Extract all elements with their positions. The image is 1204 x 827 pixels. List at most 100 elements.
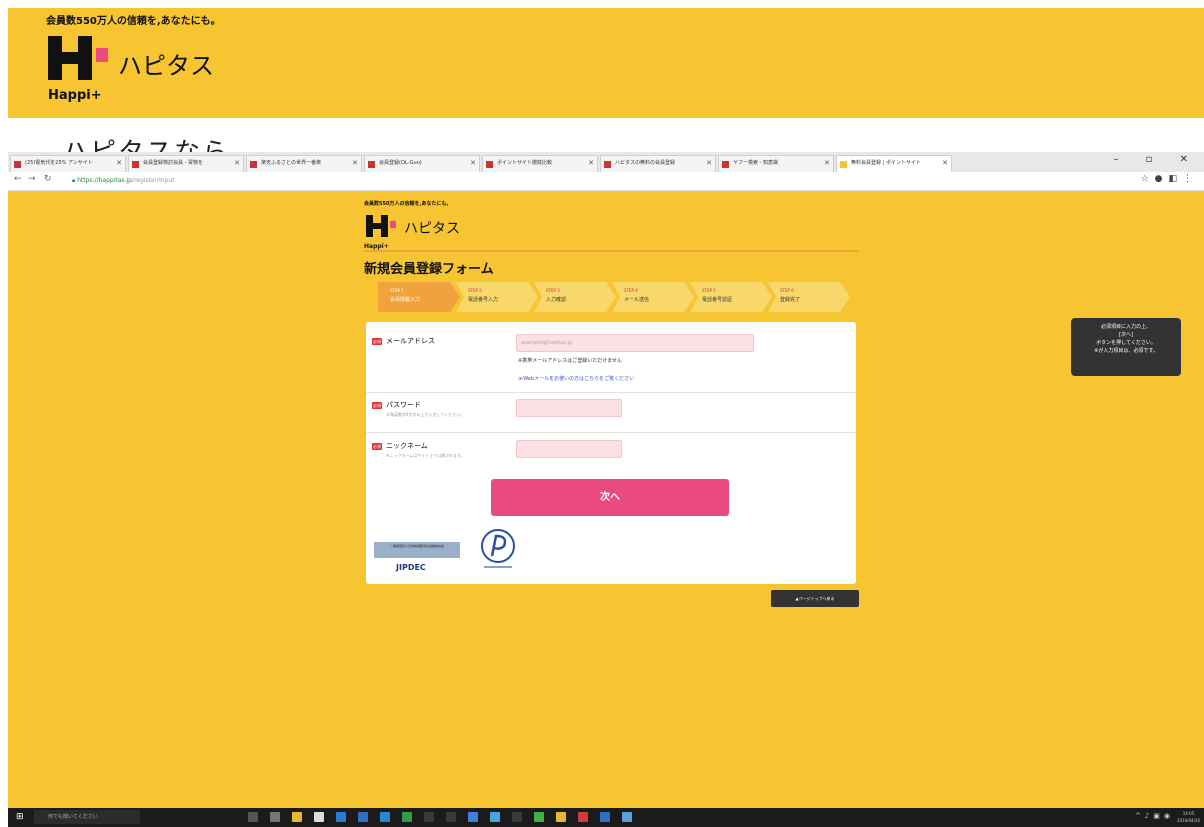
tooltip-line: 必須項目に入力の上、	[1100, 324, 1151, 330]
nickname-field[interactable]	[516, 440, 622, 458]
search-placeholder: 何でも聞いてください	[48, 814, 98, 820]
row-divider	[366, 392, 856, 393]
tab-close-icon[interactable]: ✕	[824, 156, 830, 171]
page-logo-kana: ハピタス	[404, 221, 460, 237]
step-1: STEP 1 会員情報入力	[378, 282, 460, 312]
tab-close-icon[interactable]: ✕	[706, 156, 712, 171]
favicon-icon	[250, 161, 257, 168]
step-label: メール送信	[624, 297, 650, 303]
chrome-icon[interactable]	[534, 812, 544, 822]
app-icon[interactable]	[424, 812, 434, 822]
banner-tagline: 会員数550万人の信頼を,あなたにも。	[46, 16, 221, 27]
forward-arrow-icon[interactable]: →	[28, 174, 36, 184]
nickname-note: ※ニックネームはサイト上で公開されます。	[386, 453, 465, 458]
windows-start-icon[interactable]: ⊞	[16, 812, 26, 822]
app-icon[interactable]	[622, 812, 632, 822]
store-icon[interactable]	[314, 812, 324, 822]
url-field[interactable]: 🔒︎ https://happitas.jp/register/input	[72, 175, 1132, 187]
registration-form: 必須 メールアドレス ※携帯メールアドレスはご登録いただけません ≫Webメール…	[366, 322, 856, 584]
favicon-icon	[722, 161, 729, 168]
task-view-icon[interactable]	[248, 812, 258, 822]
tab-close-icon[interactable]: ✕	[942, 156, 948, 171]
word-icon[interactable]	[358, 812, 368, 822]
header-divider	[364, 250, 858, 252]
browser-window: (25)電気代を25% アンサイト ✕ 会員登録検討会員 - 買物を ✕ 楽天ふるさ…	[8, 152, 1204, 808]
taskbar-clock[interactable]: 14:05 2016/04/20	[1177, 810, 1200, 824]
cortana-icon[interactable]	[270, 812, 280, 822]
jipdec-text: JIPDEC	[396, 563, 426, 572]
file-explorer-icon[interactable]	[292, 812, 302, 822]
step-6: STEP 6 登録完了	[768, 282, 850, 312]
tab-close-icon[interactable]: ✕	[116, 156, 122, 171]
nickname-label: ニックネーム	[386, 442, 428, 450]
app-icon[interactable]	[512, 812, 522, 822]
happitas-logo-mark	[48, 36, 108, 80]
system-tray-icons[interactable]: ^♪▣◉	[1135, 812, 1174, 820]
app-icon[interactable]	[380, 812, 390, 822]
tab-label: 楽天ふるさとの世界一番楽	[261, 160, 321, 166]
tab-label: 無料会員登録 | ポイントサイト	[851, 160, 921, 166]
tooltip-line: ボタンを押してください。	[1096, 340, 1156, 346]
favicon-icon	[604, 161, 611, 168]
browser-tab[interactable]: (25)電気代を25% アンサイト ✕	[10, 155, 126, 172]
app-icon[interactable]	[578, 812, 588, 822]
browser-tab[interactable]: 楽天ふるさとの世界一番楽 ✕	[246, 155, 362, 172]
webmail-link[interactable]: ≫Webメールをお使いの方はこちらをご覧ください	[518, 375, 634, 382]
taskbar: ⊞ 何でも聞いてください ^♪▣◉ 14:05 2016/04/20	[8, 808, 1204, 827]
browser-tab[interactable]: 会員登録(OL-Guu) ✕	[364, 155, 480, 172]
email-field[interactable]	[516, 334, 754, 352]
step-2: STEP 2 電話番号入力	[456, 282, 538, 312]
email-label: メールアドレス	[386, 337, 435, 345]
step-4: STEP 4 メール送信	[612, 282, 694, 312]
next-button[interactable]: 次へ	[491, 479, 729, 516]
browser-tab[interactable]: ハピタスの無料の会員登録 ✕	[600, 155, 716, 172]
page-logo-en: Happi+	[364, 243, 389, 250]
privacy-mark-icon	[481, 529, 515, 568]
favicon-icon	[132, 161, 139, 168]
app-icon[interactable]	[468, 812, 478, 822]
registration-steps: STEP 1 会員情報入力 STEP 2 電話番号入力 STEP 3 入力確認 STE…	[378, 282, 858, 312]
clock-time: 14:05	[1182, 811, 1195, 816]
edge-icon[interactable]	[336, 812, 346, 822]
browser-tab[interactable]: 会員登録検討会員 - 買物を ✕	[128, 155, 244, 172]
app-icon[interactable]	[490, 812, 500, 822]
tab-label: 会員登録検討会員 - 買物を	[143, 160, 203, 166]
app-icon[interactable]	[446, 812, 456, 822]
app-icon[interactable]	[556, 812, 566, 822]
url-path: /register/input	[131, 177, 175, 184]
browser-tab-active[interactable]: 無料会員登録 | ポイントサイト ✕	[836, 155, 952, 172]
browser-tab[interactable]: ポイントサイト徹底比較 ✕	[482, 155, 598, 172]
page-tagline: 会員数550万人の信頼を,あなたにも。	[364, 201, 452, 207]
tab-label: ヤフー検索 - 知恵袋	[733, 160, 778, 166]
tooltip-line: [次へ]	[1119, 332, 1133, 338]
happitas-logo-mark[interactable]	[366, 214, 396, 238]
email-note: ※携帯メールアドレスはご登録いただけません	[518, 358, 623, 364]
step-number: STEP 5	[702, 288, 716, 293]
excel-icon[interactable]	[402, 812, 412, 822]
tab-label: ハピタスの無料の会員登録	[615, 160, 676, 166]
step-number: STEP 2	[468, 288, 482, 293]
address-bar: ← → ↻ 🔒︎ https://happitas.jp/register/in…	[8, 172, 1204, 191]
tab-label: ポイントサイト徹底比較	[497, 160, 553, 166]
step-label: 登録完了	[780, 297, 801, 303]
tab-close-icon[interactable]: ✕	[588, 156, 594, 171]
step-3: STEP 3 入力確認	[534, 282, 616, 312]
back-arrow-icon[interactable]: ←	[14, 174, 22, 184]
browser-tab[interactable]: ヤフー検索 - 知恵袋 ✕	[718, 155, 834, 172]
app-icon[interactable]	[600, 812, 610, 822]
banner-logo-en: Happi+	[48, 88, 102, 103]
tab-label: 会員登録(OL-Guu)	[379, 160, 422, 166]
reload-icon[interactable]: ↻	[44, 174, 52, 184]
page-title: 新規会員登録フォーム	[364, 262, 494, 277]
password-note: 半角英数字6文字以上で入力してください。	[386, 412, 465, 417]
window-controls[interactable]: – ▫ ✕	[1113, 154, 1200, 165]
tab-close-icon[interactable]: ✕	[352, 156, 358, 171]
extension-icons[interactable]: ☆●◧⋮	[1141, 174, 1198, 184]
required-badge: 必須	[372, 402, 382, 409]
taskbar-search[interactable]: 何でも聞いてください	[34, 810, 140, 824]
tab-close-icon[interactable]: ✕	[470, 156, 476, 171]
form-tooltip: 必須項目に入力の上、 [次へ] ボタンを押してください。 ※が入力項目は、必須で…	[1071, 318, 1181, 376]
password-field[interactable]	[516, 399, 622, 417]
page-top-button[interactable]: ▲ページトップへ戻る	[771, 590, 859, 607]
tab-close-icon[interactable]: ✕	[234, 156, 240, 171]
